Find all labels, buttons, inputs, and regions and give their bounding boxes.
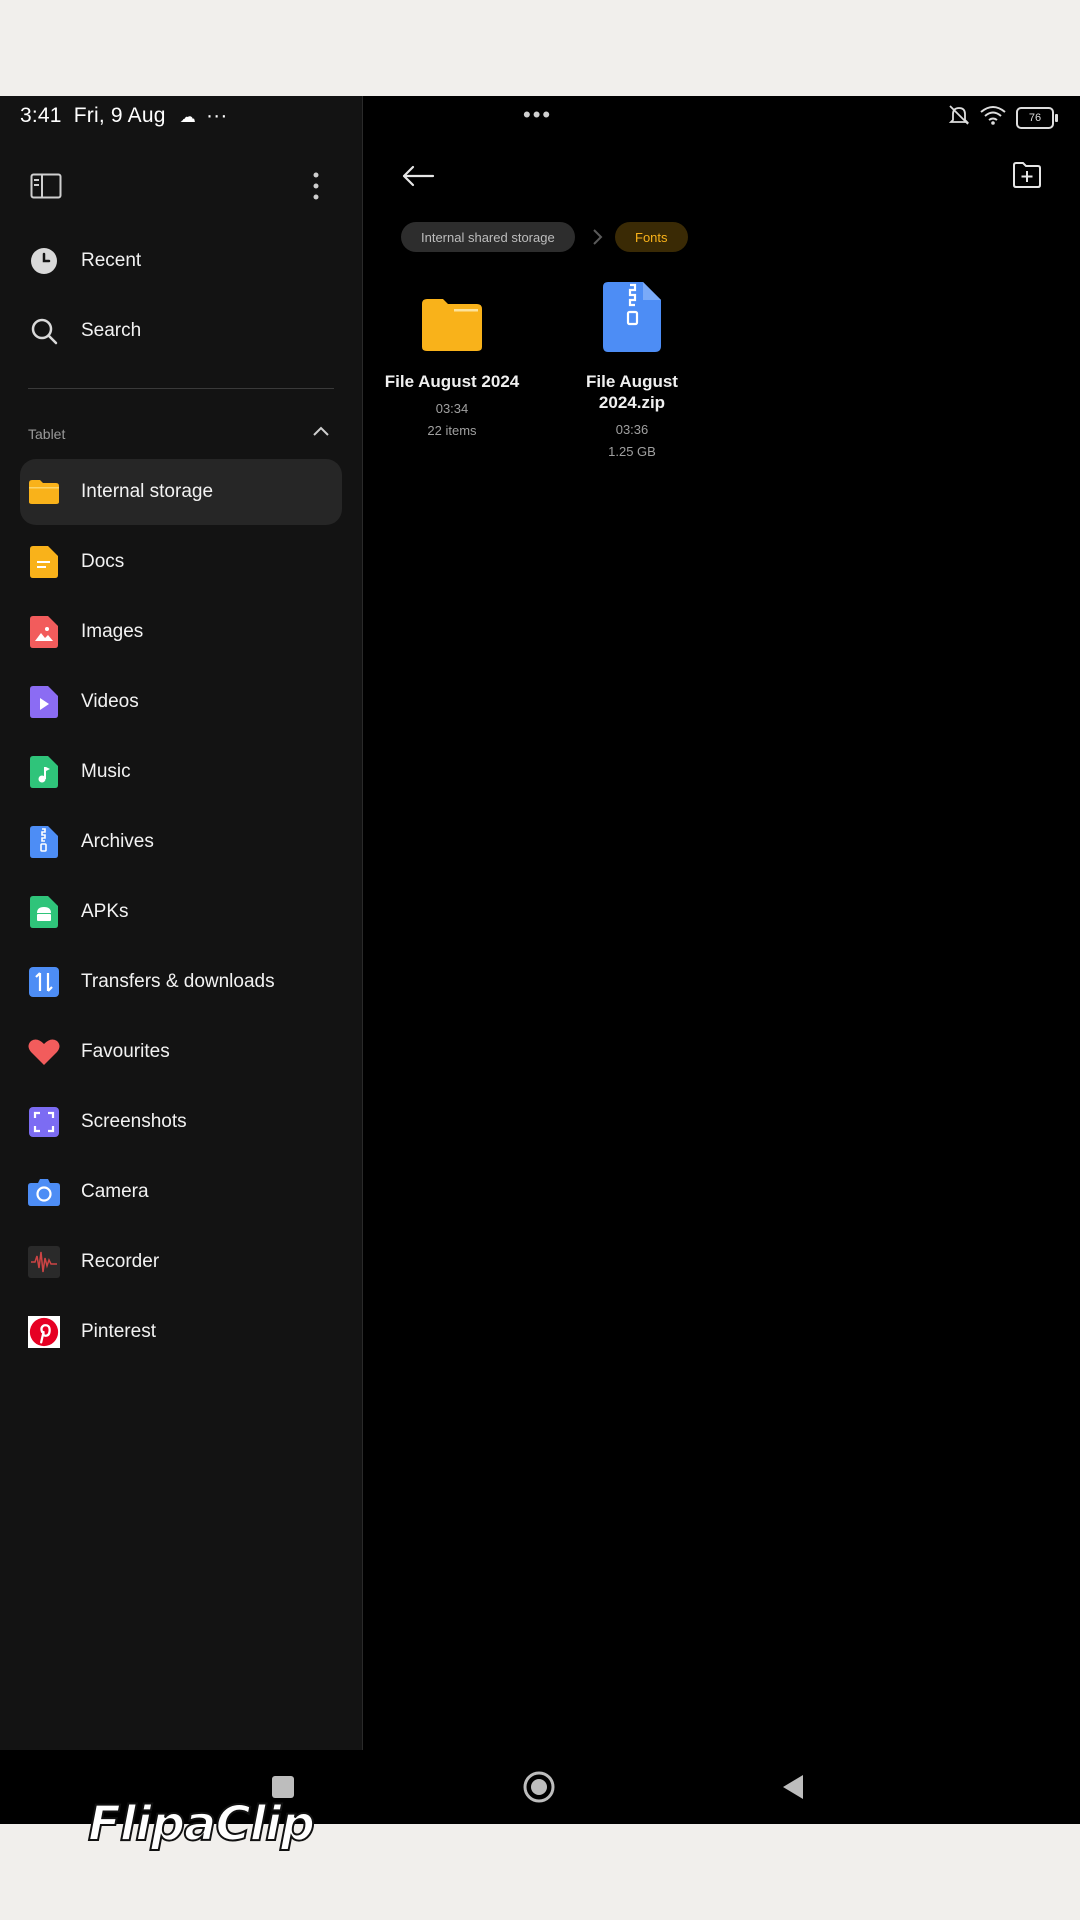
camera-icon xyxy=(28,1176,60,1208)
sidebar-item-label: Screenshots xyxy=(81,1111,187,1132)
home-button[interactable] xyxy=(522,1770,556,1804)
sidebar-item-label: Internal storage xyxy=(81,481,214,502)
pinterest-icon xyxy=(28,1316,60,1348)
breadcrumb-root[interactable]: Internal shared storage xyxy=(401,222,575,252)
sidebar-item-label: Archives xyxy=(81,831,154,852)
chevron-right-icon xyxy=(591,228,603,251)
folder-icon xyxy=(421,298,483,357)
sidebar-item-recent[interactable]: Recent xyxy=(20,228,342,294)
sidebar-item-images[interactable]: Images xyxy=(20,599,342,665)
music-icon xyxy=(28,756,60,788)
sidebar-item-label: Docs xyxy=(81,551,125,572)
chevron-up-icon[interactable] xyxy=(312,424,330,442)
sidebar-item-label: Favourites xyxy=(81,1041,170,1062)
recorder-icon xyxy=(28,1246,60,1278)
search-icon xyxy=(28,315,60,347)
file-name: File August 2024.zip xyxy=(586,372,678,412)
sidebar-item-label: Music xyxy=(81,761,131,782)
doc-icon xyxy=(28,546,60,578)
sidebar-item-apks[interactable]: APKs xyxy=(20,879,342,945)
sidebar-item-screenshots[interactable]: Screenshots xyxy=(20,1089,342,1155)
sidebar-item-camera[interactable]: Camera xyxy=(20,1159,342,1225)
wifi-icon xyxy=(980,105,1006,130)
file-detail: 1.25 GB xyxy=(608,444,656,459)
app-screen: 3:41 Fri, 9 Aug ☁ ··· Recent Search Tabl… xyxy=(0,96,1080,1824)
breadcrumb-current[interactable]: Fonts xyxy=(615,222,688,252)
status-date: Fri, 9 Aug xyxy=(73,104,166,127)
file-time: 03:34 xyxy=(435,401,469,416)
archive-icon xyxy=(28,826,60,858)
section-title-tablet: Tablet xyxy=(28,426,66,442)
bell-muted-icon xyxy=(948,104,970,131)
sidebar-item-search[interactable]: Search xyxy=(20,298,342,364)
cloud-icon: ☁ xyxy=(179,109,196,126)
transfer-icon xyxy=(28,966,60,998)
sidebar-item-label: Transfers & downloads xyxy=(81,971,275,992)
android-icon xyxy=(28,896,60,928)
sidebar-item-label: Pinterest xyxy=(81,1321,156,1342)
sidebar-item-label: Recorder xyxy=(81,1251,160,1272)
file-time: 03:36 xyxy=(615,422,649,437)
sidebar-item-transfers[interactable]: Transfers & downloads xyxy=(20,949,342,1015)
status-clock: 3:41 xyxy=(20,104,62,127)
file-detail: 22 items xyxy=(427,423,477,438)
sidebar-item-internal-storage[interactable]: Internal storage xyxy=(20,459,342,525)
zip-file-icon xyxy=(603,282,661,357)
status-center-dots: ••• xyxy=(523,102,553,127)
sidebar-toolbar xyxy=(0,156,362,212)
sidebar-divider xyxy=(28,388,334,389)
sidebar-item-pinterest[interactable]: Pinterest xyxy=(20,1299,342,1365)
screenshot-icon xyxy=(28,1106,60,1138)
back-arrow-icon[interactable] xyxy=(401,164,435,193)
sidebar-item-music[interactable]: Music xyxy=(20,739,342,805)
status-time: 3:41 Fri, 9 Aug ☁ ··· xyxy=(20,104,228,128)
clock-icon xyxy=(28,245,60,277)
folder-icon xyxy=(28,476,60,508)
file-item-zip[interactable]: File August 2024.zip 03:36 1.25 GB xyxy=(557,282,707,463)
file-item-folder[interactable]: File August 2024 03:34 22 items xyxy=(377,282,527,442)
sidebar-item-videos[interactable]: Videos xyxy=(20,669,342,735)
more-options-icon[interactable] xyxy=(298,168,334,204)
sidebar-item-archives[interactable]: Archives xyxy=(20,809,342,875)
watermark-logo: FlipaClip xyxy=(87,1795,316,1853)
status-icons: 76 xyxy=(948,104,1058,131)
main-pane: ••• 76 Internal shared storage Fonts Fil… xyxy=(363,96,1080,1750)
sidebar-item-favourites[interactable]: Favourites xyxy=(20,1019,342,1085)
sidebar-toggle-icon[interactable] xyxy=(28,168,64,204)
sidebar: 3:41 Fri, 9 Aug ☁ ··· Recent Search Tabl… xyxy=(0,96,363,1750)
sidebar-item-label: Camera xyxy=(81,1181,149,1202)
status-extra: ··· xyxy=(205,104,228,127)
video-icon xyxy=(28,686,60,718)
battery-icon: 76 xyxy=(1016,106,1058,129)
sidebar-item-label: Search xyxy=(81,320,142,341)
heart-icon xyxy=(28,1036,60,1068)
sidebar-item-label: Images xyxy=(81,621,144,642)
file-name: File August 2024 xyxy=(384,372,520,391)
sidebar-item-label: APKs xyxy=(81,901,129,922)
sidebar-item-recorder[interactable]: Recorder xyxy=(20,1229,342,1295)
back-button[interactable] xyxy=(776,1770,810,1804)
sidebar-item-docs[interactable]: Docs xyxy=(20,529,342,595)
sidebar-item-label: Recent xyxy=(81,250,142,271)
new-folder-icon[interactable] xyxy=(1012,161,1042,194)
image-icon xyxy=(28,616,60,648)
sidebar-item-label: Videos xyxy=(81,691,139,712)
